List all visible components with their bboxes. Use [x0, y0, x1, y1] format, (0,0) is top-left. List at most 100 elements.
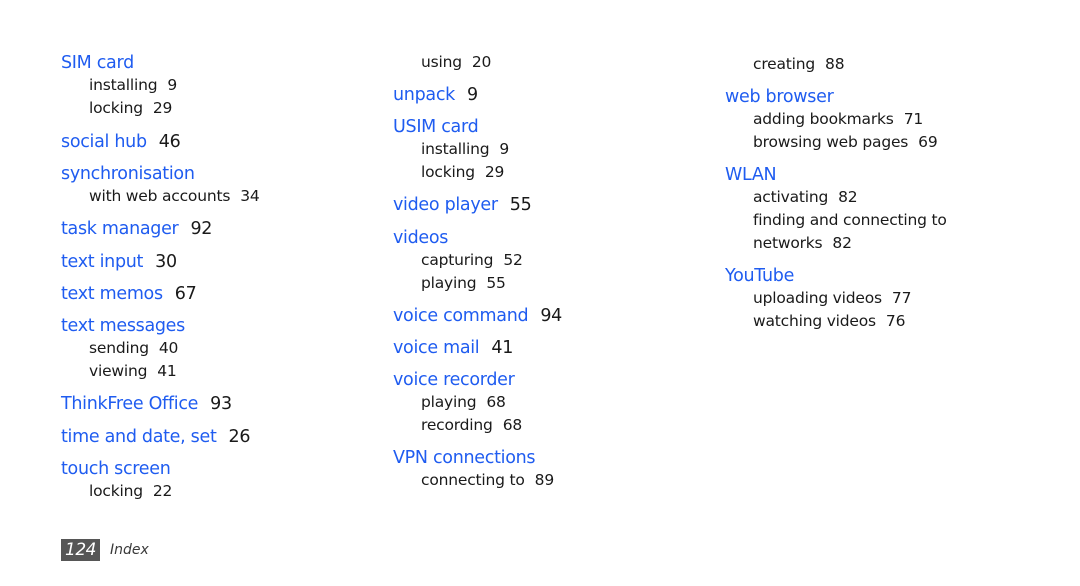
index-subentry: activating 82 — [725, 186, 947, 209]
index-subentry: playing 68 — [393, 391, 522, 414]
page-reference: 40 — [158, 339, 179, 357]
index-term-label: text memos — [61, 284, 163, 304]
index-term-label: unpack — [393, 85, 455, 105]
index-entry: touch screen locking 22 — [61, 458, 172, 503]
index-entry: YouTube uploading videos 77 watching videos… — [725, 265, 911, 333]
index-subentry-label: capturing — [421, 251, 494, 269]
index-subentry-label: recording — [421, 416, 493, 434]
index-subentry: viewing 41 — [61, 360, 185, 383]
index-term-label: touch screen — [61, 459, 171, 479]
page-reference: 9 — [167, 76, 178, 94]
index-term: videos — [393, 227, 523, 249]
index-term-label: voice command — [393, 306, 529, 326]
index-term: touch screen — [61, 458, 172, 480]
index-entry: text memos 67 — [61, 283, 197, 305]
page-reference: 9 — [466, 85, 478, 105]
index-subentry-label: viewing — [89, 362, 148, 380]
index-subentry: finding and connecting to — [725, 209, 947, 232]
page-reference: 30 — [155, 252, 177, 272]
index-entry: web browser adding bookmarks 71 browsing we… — [725, 86, 938, 154]
page-reference: 82 — [832, 234, 852, 252]
index-entry: WLAN activating 82 finding and connecting t… — [725, 164, 947, 255]
page-reference: 68 — [502, 416, 523, 434]
index-entry: task manager 92 — [61, 218, 212, 240]
index-term: voice mail 41 — [393, 337, 513, 359]
index-term-label: YouTube — [725, 266, 795, 286]
index-entry: VPN connections connecting to 89 — [393, 447, 554, 492]
index-term-label: video player — [393, 195, 498, 215]
index-entry: videos capturing 52 playing 55 — [393, 227, 523, 295]
index-subentry-label: watching videos — [753, 312, 876, 330]
index-entry: social hub 46 — [61, 131, 181, 153]
index-entry: video player 55 — [393, 194, 532, 216]
page-reference: 82 — [838, 188, 858, 206]
index-term: unpack 9 — [393, 84, 478, 106]
index-subentry: using 20 — [393, 51, 491, 74]
page-reference: 46 — [158, 132, 181, 152]
index-term: USIM card — [393, 116, 509, 138]
index-subentry: installing 9 — [393, 138, 509, 161]
index-subentry-label: locking — [89, 482, 143, 500]
index-entry: using 20 — [393, 51, 491, 74]
index-term-label: USIM card — [393, 117, 479, 137]
index-subentry-label: browsing web pages — [753, 133, 909, 151]
index-term: text input 30 — [61, 251, 177, 273]
page-number-badge: 124 — [61, 539, 100, 561]
index-term: voice command 94 — [393, 305, 562, 327]
index-subentry: capturing 52 — [393, 249, 523, 272]
index-entry: voice command 94 — [393, 305, 562, 327]
index-term-label: time and date, set — [61, 427, 217, 447]
index-term: video player 55 — [393, 194, 532, 216]
index-term-label: social hub — [61, 132, 147, 152]
index-term-label: SIM card — [61, 53, 134, 73]
index-subentry: with web accounts 34 — [61, 185, 260, 208]
index-subentry-label: using — [421, 53, 462, 71]
index-subentry-label: adding bookmarks — [753, 110, 894, 128]
page-reference: 34 — [240, 187, 260, 205]
index-term: time and date, set 26 — [61, 426, 250, 448]
index-term: VPN connections — [393, 447, 554, 469]
index-term-label: text input — [61, 252, 144, 272]
index-subentry-label: with web accounts — [89, 187, 231, 205]
index-subentry-label: sending — [89, 339, 149, 357]
index-subentry-label: installing — [89, 76, 158, 94]
index-subentry-label: playing — [421, 274, 477, 292]
index-subentry: networks 82 — [725, 232, 947, 255]
index-term: text messages — [61, 315, 185, 337]
index-subentry: installing 9 — [61, 74, 177, 97]
index-subentry-label: uploading videos — [753, 289, 882, 307]
index-term: voice recorder — [393, 369, 522, 391]
page-reference: 52 — [503, 251, 523, 269]
index-term-label: voice recorder — [393, 370, 515, 390]
page-reference: 69 — [918, 133, 938, 151]
index-subentry-label: finding and connecting to — [753, 211, 947, 229]
index-entry: USIM card installing 9 locking 29 — [393, 116, 509, 184]
index-term: task manager 92 — [61, 218, 212, 240]
page-reference: 88 — [825, 55, 845, 73]
index-subentry: creating 88 — [725, 53, 845, 76]
page-reference: 22 — [152, 482, 173, 500]
index-subentry-label: connecting to — [421, 471, 525, 489]
index-entry: time and date, set 26 — [61, 426, 250, 448]
page-reference: 89 — [534, 471, 555, 489]
index-term: synchronisation — [61, 163, 260, 185]
index-subentry: uploading videos 77 — [725, 287, 911, 310]
index-term-label: WLAN — [725, 165, 777, 185]
page-reference: 67 — [174, 284, 197, 304]
index-entry: text messages sending 40 viewing 41 — [61, 315, 185, 383]
index-term-label: videos — [393, 228, 449, 248]
page-reference: 92 — [190, 219, 213, 239]
index-entry: voice recorder playing 68 recording 68 — [393, 369, 522, 437]
index-entry: synchronisation with web accounts 34 — [61, 163, 260, 208]
index-term: web browser — [725, 86, 938, 108]
index-subentry: locking 29 — [393, 161, 509, 184]
index-term: YouTube — [725, 265, 911, 287]
index-subentry: recording 68 — [393, 414, 522, 437]
page-reference: 77 — [891, 289, 912, 307]
page-reference: 9 — [499, 140, 510, 158]
index-entry: ThinkFree Office 93 — [61, 393, 232, 415]
page-reference: 20 — [471, 53, 492, 71]
page-reference: 41 — [491, 338, 514, 358]
page-reference: 93 — [210, 394, 232, 414]
page-reference: 29 — [484, 163, 505, 181]
